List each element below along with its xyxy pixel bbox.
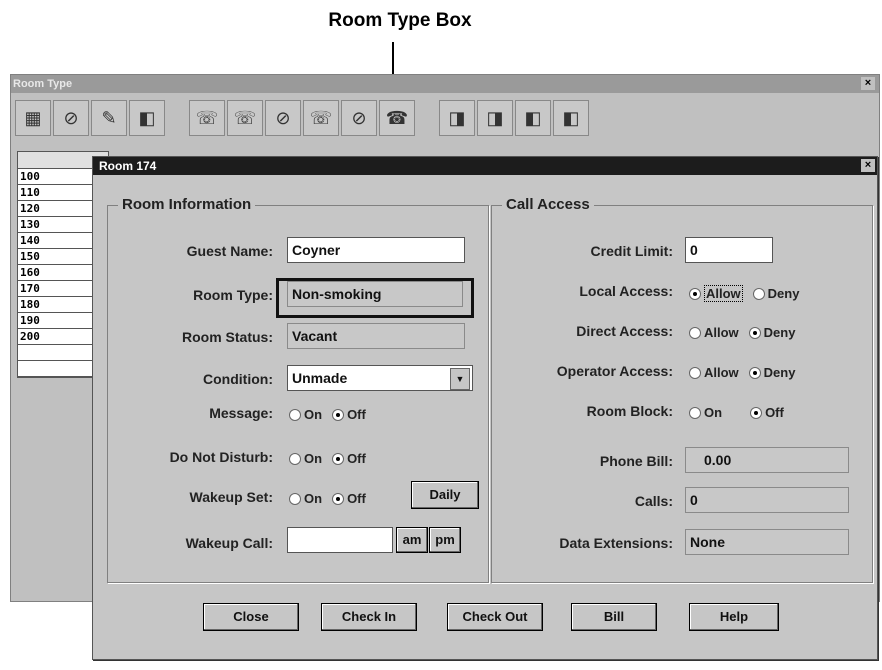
local-access-label: Local Access: <box>579 283 673 299</box>
radio-label: Off <box>347 407 366 422</box>
data-extensions-field: None <box>685 529 849 555</box>
radio-label: Deny <box>763 365 796 380</box>
credit-limit-field[interactable]: 0 <box>685 237 773 263</box>
room-status-label: Room Status: <box>182 329 273 345</box>
check-in-button[interactable]: Check In <box>321 603 417 631</box>
group-title: Room Information <box>118 196 256 213</box>
radio-label: On <box>304 451 323 466</box>
close-icon[interactable]: × <box>861 159 875 172</box>
phone-bill-field: 0.00 <box>685 447 849 473</box>
credit-limit-label: Credit Limit: <box>590 243 673 259</box>
room-block-on-radio[interactable] <box>689 406 701 419</box>
toolbar: ▦ ⊘ ✎ ◧ ☏ ☏ ⊘ ☏ ⊘ ☎ ◨ ◨ ◧ ◧ <box>15 95 591 141</box>
radio-label: Off <box>347 451 366 466</box>
daily-button[interactable]: Daily <box>411 481 479 509</box>
condition-label: Condition: <box>203 371 273 387</box>
radio-label: Deny <box>767 286 800 301</box>
operator-access-label: Operator Access: <box>556 363 673 379</box>
dialog-title: Room 174 <box>99 159 157 173</box>
room-block-label: Room Block: <box>586 403 673 419</box>
pen-icon[interactable]: ✎ <box>91 100 127 136</box>
bill-button[interactable]: Bill <box>571 603 657 631</box>
check-out-button[interactable]: Check Out <box>447 603 543 631</box>
wakeup-icon[interactable]: ☏ <box>303 100 339 136</box>
close-button[interactable]: Close <box>203 603 299 631</box>
operator-allow-radio[interactable] <box>689 366 701 379</box>
room-type-label: Room Type: <box>193 287 273 303</box>
am-button[interactable]: am <box>396 527 428 553</box>
wakeup-off-radio[interactable] <box>332 492 345 505</box>
callout-label: Room Type Box <box>328 10 472 31</box>
unblock-icon[interactable]: ◧ <box>553 100 589 136</box>
door-sign-icon[interactable]: ◧ <box>129 100 165 136</box>
direct-allow-radio[interactable] <box>689 326 701 339</box>
no-disturb-icon[interactable]: ⊘ <box>341 100 377 136</box>
direct-access-radio-group: Allow Deny <box>689 325 805 340</box>
message-radio-group: On Off <box>289 407 376 422</box>
local-allow-radio[interactable] <box>689 287 701 300</box>
condition-select[interactable]: Unmade ▼ <box>287 365 473 391</box>
message-off-radio[interactable] <box>332 408 345 421</box>
direct-deny-radio[interactable] <box>748 326 761 339</box>
radio-label: Off <box>347 491 366 506</box>
room-status-field: Vacant <box>287 323 465 349</box>
pm-button[interactable]: pm <box>429 527 461 553</box>
guest-name-field[interactable]: Coyner <box>287 237 465 263</box>
guest-name-label: Guest Name: <box>186 243 273 259</box>
no-calls-icon[interactable]: ⊘ <box>265 100 301 136</box>
message-on-radio[interactable] <box>289 408 301 421</box>
operator-access-radio-group: Allow Deny <box>689 365 805 380</box>
direct-access-label: Direct Access: <box>576 323 673 339</box>
room-type-title: Room Type <box>13 78 73 90</box>
call-access-group: Call Access <box>491 196 873 583</box>
radio-label: On <box>304 407 323 422</box>
radio-label: Allow <box>704 325 739 340</box>
dnd-off-radio[interactable] <box>332 452 345 465</box>
message-label: Message: <box>209 405 273 421</box>
help-button[interactable]: Help <box>689 603 779 631</box>
room-block-radio-group: On Off <box>689 405 794 420</box>
phone-deny-icon[interactable]: ☏ <box>227 100 263 136</box>
radio-label: On <box>704 405 723 420</box>
guest-list-icon[interactable]: ▦ <box>15 100 51 136</box>
local-access-radio-group: Allow Deny <box>689 285 809 302</box>
dnd-radio-group: On Off <box>289 451 376 466</box>
data-extensions-label: Data Extensions: <box>559 535 673 551</box>
operator-deny-radio[interactable] <box>748 366 761 379</box>
room-dialog: Room 174 × Room Information Guest Name: … <box>92 156 878 660</box>
phone-bill-label: Phone Bill: <box>599 453 673 469</box>
wakeup-call-field[interactable] <box>287 527 393 553</box>
block-icon[interactable]: ◧ <box>515 100 551 136</box>
local-deny-radio[interactable] <box>752 287 765 300</box>
handset-icon[interactable]: ☎ <box>379 100 415 136</box>
dnd-label: Do Not Disturb: <box>169 449 273 465</box>
wakeup-on-radio[interactable] <box>289 492 301 505</box>
room-off-icon[interactable]: ◨ <box>477 100 513 136</box>
radio-label: Allow <box>704 365 739 380</box>
radio-label: Off <box>765 405 784 420</box>
calls-field: 0 <box>685 487 849 513</box>
group-title: Call Access <box>502 196 594 213</box>
dialog-titlebar: Room 174 × <box>93 157 877 175</box>
room-type-callout-box <box>276 278 474 318</box>
room-block-off-radio[interactable] <box>750 406 763 419</box>
wakeup-set-label: Wakeup Set: <box>189 489 274 505</box>
radio-label: On <box>304 491 323 506</box>
room-type-titlebar: Room Type × <box>11 75 879 93</box>
room-on-icon[interactable]: ◨ <box>439 100 475 136</box>
calls-label: Calls: <box>634 493 673 509</box>
condition-value: Unmade <box>292 370 348 386</box>
radio-label: Deny <box>763 325 796 340</box>
wakeup-call-label: Wakeup Call: <box>185 535 273 551</box>
chevron-down-icon[interactable]: ▼ <box>450 368 470 390</box>
dnd-on-radio[interactable] <box>289 452 301 465</box>
close-icon[interactable]: × <box>861 77 875 90</box>
no-smoking-icon[interactable]: ⊘ <box>53 100 89 136</box>
wakeup-set-radio-group: On Off <box>289 491 376 506</box>
radio-label: Allow <box>704 285 743 302</box>
phone-allow-icon[interactable]: ☏ <box>189 100 225 136</box>
